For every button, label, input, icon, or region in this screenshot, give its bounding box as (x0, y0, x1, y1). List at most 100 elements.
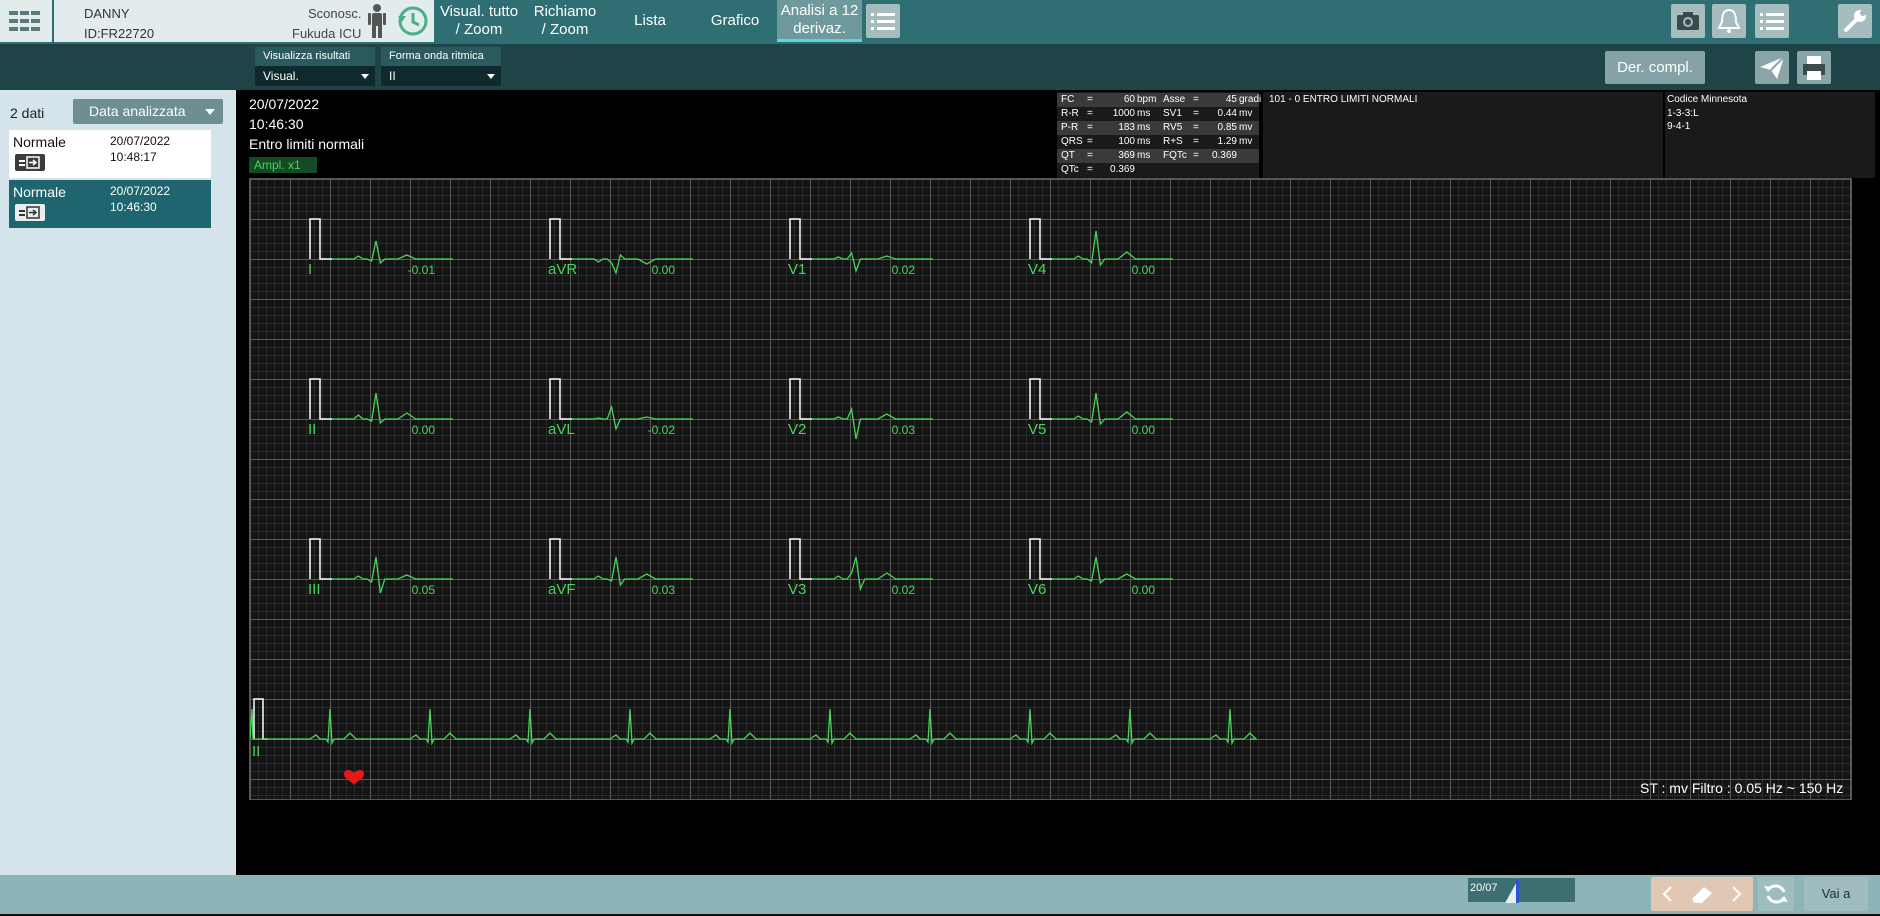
st-value: 0.00 (1132, 263, 1156, 277)
record-list-panel: 2 dati Data analizzata Normale 20/07/202… (0, 90, 236, 875)
tab-12-lead-analysis[interactable]: Analisi a 12 derivaz. (777, 0, 862, 42)
measurement-cell: mv (1239, 136, 1253, 147)
lead-waveform (1052, 230, 1173, 267)
lead-label: V3 (788, 581, 806, 598)
patient-id: ID:FR22720 (84, 26, 155, 41)
ecg-traces: I -0.01 aVR 0.00 V1 0.02 V4 0.00 II 0.00 aVL -0.02 V… (250, 218, 1258, 785)
measurement-cell: = (1087, 108, 1093, 119)
lead-label: aVF (548, 581, 576, 598)
measurement-cell: R+S (1163, 136, 1183, 147)
record-time: 10:48:17 (110, 150, 157, 164)
chevron-down-icon (205, 109, 215, 115)
patient-condition: Sconosc. (308, 6, 362, 21)
minnesota-code: 9-4-1 (1667, 121, 1691, 132)
st-value: 0.00 (412, 423, 436, 437)
tab-label: Visual. tutto (439, 3, 519, 20)
main-menu-button[interactable] (0, 0, 52, 42)
history-icon[interactable] (396, 4, 430, 38)
measurement-cell: 100 (1118, 136, 1135, 147)
calibration-pulse (549, 538, 572, 580)
tab-recall-zoom[interactable]: Richiamo / Zoom (525, 0, 605, 42)
calibration-pulse (789, 218, 812, 260)
lead-iii: III 0.05 (308, 538, 453, 598)
alarm-button[interactable] (1712, 4, 1746, 38)
open-record-icon[interactable] (15, 154, 45, 171)
ecg-time: 10:46:30 (249, 116, 304, 132)
measurement-cell: 0.369 (1211, 150, 1237, 161)
measurement-row: QRS = 100 ms R+S = 1.29 mv (1057, 135, 1259, 149)
lead-waveform (332, 392, 453, 425)
measurement-cell: 60 (1123, 94, 1135, 105)
goto-button[interactable]: Vai a (1804, 877, 1868, 911)
lead-ii: II 0.00 (308, 378, 453, 438)
ecg-status: Entro limiti normali (249, 136, 365, 152)
measurement-cell: 0.44 (1217, 108, 1237, 119)
measurement-cell: P-R (1061, 122, 1079, 133)
list-menu-button[interactable] (866, 4, 900, 38)
measurement-row: QTc = 0.369 (1057, 163, 1259, 177)
lead-label: V2 (788, 421, 806, 438)
calibration-pulse (309, 538, 332, 580)
person-icon (368, 4, 386, 38)
ecg-grid: I -0.01 aVR 0.00 V1 0.02 V4 0.00 II 0.00 aVL -0.02 V… (249, 178, 1852, 800)
chevron-right-icon[interactable] (1719, 877, 1753, 911)
send-button[interactable] (1755, 51, 1789, 84)
tab-label: Grafico (710, 12, 760, 29)
interpretation-text: 101 - 0 ENTRO LIMITI NORMALI (1269, 94, 1418, 105)
measurement-cell: 1000 (1112, 108, 1135, 119)
camera-button[interactable] (1671, 4, 1705, 38)
full-leads-button[interactable]: Der. compl. (1605, 51, 1705, 84)
result-view-select[interactable]: Visual. (255, 66, 375, 86)
tab-view-all-zoom[interactable]: Visual. tutto / Zoom (436, 0, 522, 42)
send-icon (1760, 56, 1785, 79)
interpretation-box: 101 - 0 ENTRO LIMITI NORMALI (1263, 92, 1663, 178)
grid-menu-icon (9, 11, 40, 31)
open-record-icon[interactable] (15, 204, 45, 221)
patient-panel[interactable]: DANNY ID:FR22720 Sconosc. Fukuda ICU (54, 0, 434, 42)
measurement-cell: = (1087, 136, 1093, 147)
calibration-pulse (549, 218, 572, 260)
eraser-icon[interactable] (1685, 877, 1719, 911)
measurement-cell: QT (1061, 150, 1075, 161)
measurement-cell: 369 (1118, 150, 1135, 161)
measurement-cell: 45 (1225, 94, 1237, 105)
lead-v6: V6 0.00 (1028, 538, 1173, 598)
sort-dropdown[interactable]: Data analizzata (73, 99, 223, 124)
calibration-pulse (549, 378, 572, 420)
ecg-date: 20/07/2022 (249, 96, 320, 112)
refresh-button[interactable] (1758, 877, 1794, 911)
record-count: 2 dati (10, 105, 45, 121)
measurement-cell: QTc (1061, 164, 1079, 175)
measurement-cell: gradi (1239, 94, 1262, 105)
print-button[interactable] (1797, 51, 1831, 84)
st-value: 0.02 (892, 583, 916, 597)
list-item[interactable]: Normale 20/07/2022 10:46:30 (9, 180, 211, 228)
st-value: 0.02 (892, 263, 916, 277)
rhythm-waveform (250, 708, 1258, 746)
measurement-cell: ms (1137, 122, 1151, 133)
list-item[interactable]: Normale 20/07/2022 10:48:17 (9, 130, 211, 178)
list-icon (871, 13, 895, 30)
amplitude-badge[interactable]: Ampl. x1 (249, 157, 317, 173)
tab-list[interactable]: Lista (615, 0, 685, 42)
measurement-row: FC = 60 bpm Asse = 45 gradi (1057, 93, 1262, 107)
settings-list-button[interactable] (1755, 4, 1789, 38)
measurement-cell: = (1087, 122, 1093, 133)
tools-button[interactable] (1838, 4, 1872, 38)
lead-label: aVL (548, 421, 575, 438)
st-value: 0.00 (1132, 583, 1156, 597)
lead-v4: V4 0.00 (1028, 218, 1173, 278)
measurements-table: FC = 60 bpm Asse = 45 gradi R-R = 1000 ms SV1 = 0.44 mv… (1057, 92, 1262, 178)
calibration-pulse (1029, 218, 1052, 260)
chevron-down-icon (361, 74, 369, 79)
measurement-cell: 0.369 (1109, 164, 1135, 175)
chevron-left-icon[interactable] (1651, 877, 1685, 911)
bell-icon (1717, 8, 1741, 33)
record-state: Normale (13, 134, 66, 150)
tab-graph[interactable]: Grafico (695, 0, 775, 42)
st-value: 0.05 (412, 583, 436, 597)
lead-i: I -0.01 (308, 218, 453, 278)
patient-name: DANNY (84, 6, 130, 21)
rhythm-wave-select[interactable]: II (381, 66, 501, 86)
rhythm-lead-label: II (252, 743, 260, 760)
